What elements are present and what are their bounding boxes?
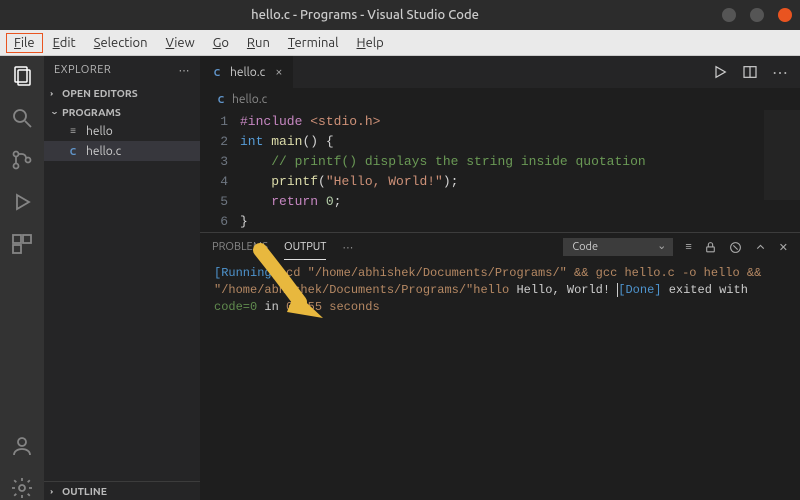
c-file-icon: C [210, 65, 224, 79]
menubar: File Edit Selection View Go Run Terminal… [0, 30, 800, 56]
panel-more-icon[interactable]: ⋯ [342, 241, 353, 254]
line-numbers: 123456 [200, 112, 240, 232]
explorer-icon[interactable] [10, 64, 34, 88]
editor-tabs: C hello.c × ⋯ [200, 56, 800, 88]
lock-icon[interactable] [704, 241, 717, 254]
file-item-hello-c[interactable]: C hello.c [44, 141, 200, 161]
code-content[interactable]: #include <stdio.h> int main() { // print… [240, 112, 800, 232]
chevron-down-icon: ⌄ [50, 107, 58, 116]
source-control-icon[interactable] [10, 148, 34, 172]
accounts-icon[interactable] [10, 434, 34, 458]
clear-output-icon[interactable] [729, 241, 742, 254]
close-tab-icon[interactable]: × [275, 65, 282, 79]
menu-run[interactable]: Run [239, 33, 278, 53]
folder-section[interactable]: ⌄ PROGRAMS [44, 102, 200, 121]
maximize-button[interactable] [750, 8, 764, 22]
file-name: hello [86, 125, 113, 138]
code-editor[interactable]: 123456 #include <stdio.h> int main() { /… [200, 110, 800, 232]
sidebar-title: EXPLORER [54, 64, 111, 76]
activity-bar [0, 56, 44, 500]
breadcrumb-label: hello.c [232, 93, 267, 106]
binary-file-icon: ≡ [66, 124, 80, 138]
menu-view[interactable]: View [158, 33, 203, 53]
bottom-panel: PROBLEMS OUTPUT ⋯ Code ≡ ✕ [200, 232, 800, 372]
menu-file[interactable]: File [6, 33, 43, 53]
outline-label: OUTLINE [62, 485, 107, 497]
open-editors-label: OPEN EDITORS [62, 87, 138, 99]
file-item-hello[interactable]: ≡ hello [44, 121, 200, 141]
menu-selection[interactable]: Selection [86, 33, 156, 53]
tab-hello-c[interactable]: C hello.c × [200, 56, 294, 88]
chevron-right-icon: › [50, 89, 58, 97]
filter-icon[interactable]: ≡ [685, 241, 691, 253]
tab-label: hello.c [230, 66, 265, 79]
panel-tab-problems[interactable]: PROBLEMS [212, 235, 268, 259]
minimap[interactable] [764, 110, 800, 200]
more-actions-icon[interactable]: ⋯ [772, 63, 788, 82]
file-name: hello.c [86, 145, 121, 158]
extensions-icon[interactable] [10, 232, 34, 256]
breadcrumb[interactable]: C hello.c [200, 88, 800, 110]
split-editor-icon[interactable] [742, 64, 758, 80]
panel-tab-output[interactable]: OUTPUT [284, 235, 326, 260]
menu-edit[interactable]: Edit [45, 33, 84, 53]
folder-label: PROGRAMS [62, 106, 121, 118]
run-debug-icon[interactable] [10, 190, 34, 214]
minimize-button[interactable] [722, 8, 736, 22]
chevron-right-icon: › [50, 487, 58, 495]
search-icon[interactable] [10, 106, 34, 130]
close-window-button[interactable] [778, 8, 792, 22]
outline-section[interactable]: › OUTLINE [44, 481, 200, 500]
run-icon[interactable] [712, 64, 728, 80]
close-panel-icon[interactable]: ✕ [779, 241, 788, 254]
sidebar: EXPLORER ⋯ › OPEN EDITORS ⌄ PROGRAMS ≡ h… [44, 56, 200, 500]
menu-help[interactable]: Help [349, 33, 392, 53]
window-title: hello.c - Programs - Visual Studio Code [8, 8, 722, 22]
c-file-icon: C [66, 144, 80, 158]
maximize-panel-icon[interactable] [754, 241, 767, 254]
sidebar-more-icon[interactable]: ⋯ [179, 64, 191, 77]
open-editors-section[interactable]: › OPEN EDITORS [44, 84, 200, 102]
settings-gear-icon[interactable] [10, 476, 34, 500]
output-channel-dropdown[interactable]: Code [563, 238, 673, 256]
output-content[interactable]: [Running] cd "/home/abhishek/Documents/P… [200, 261, 800, 372]
menu-go[interactable]: Go [205, 33, 237, 53]
menu-terminal[interactable]: Terminal [280, 33, 347, 53]
c-file-icon: C [214, 92, 228, 106]
